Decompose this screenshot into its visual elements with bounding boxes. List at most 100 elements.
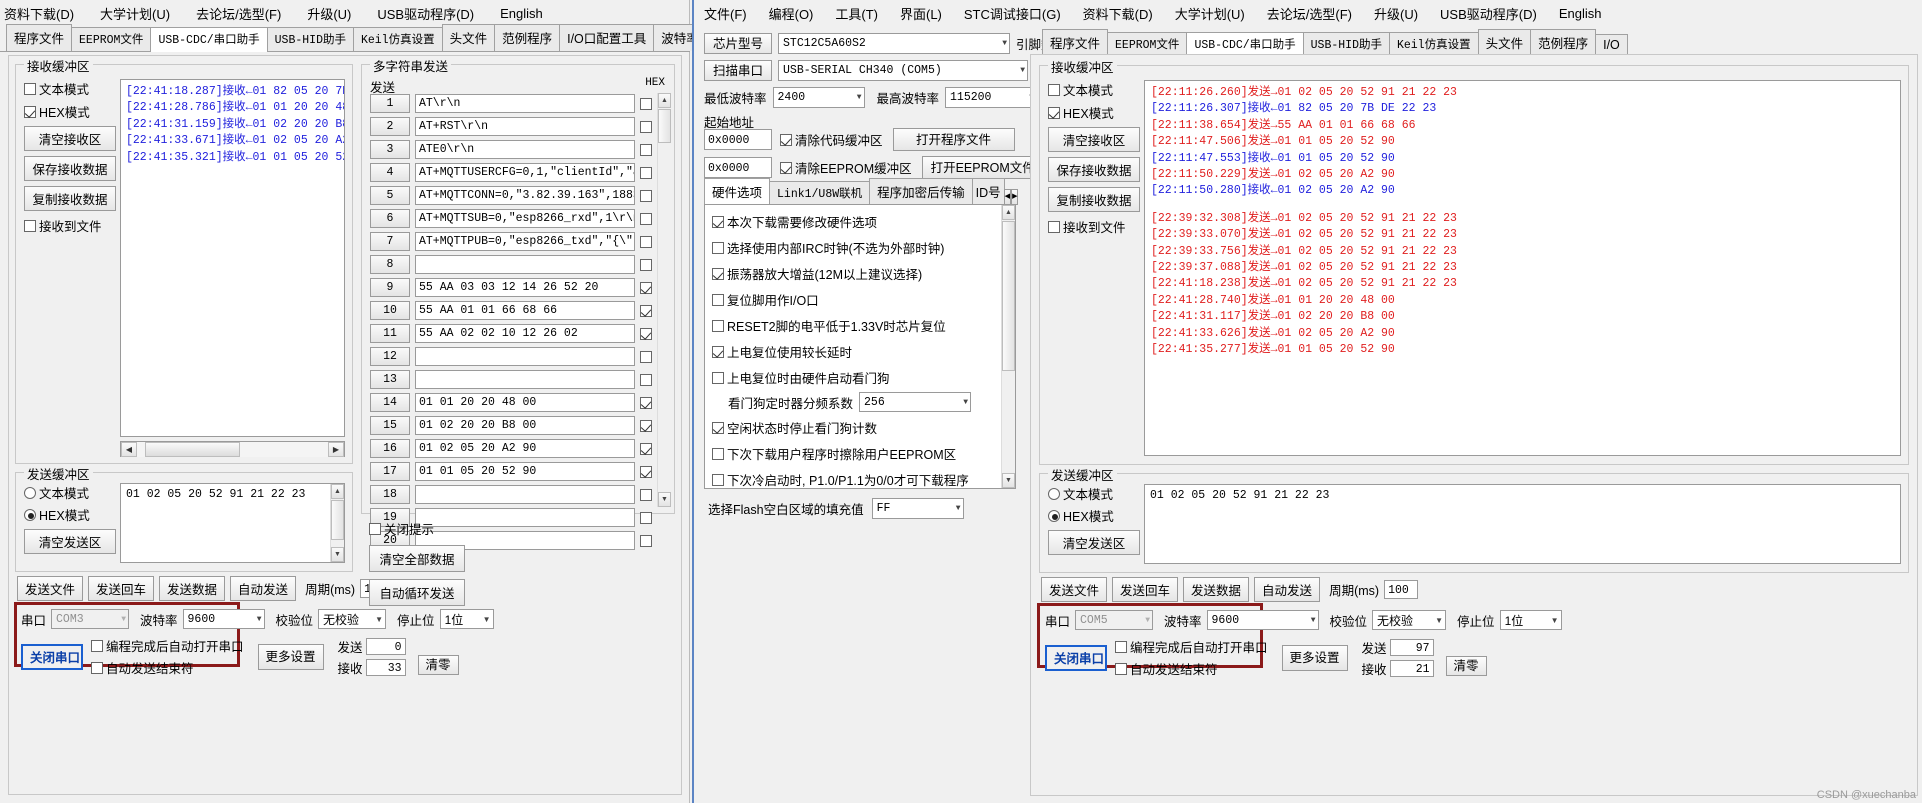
- auto-send-button[interactable]: 自动发送: [230, 576, 297, 601]
- tab-example-program[interactable]: 范例程序: [494, 24, 561, 51]
- menu-item-3[interactable]: 升级(U): [307, 4, 351, 23]
- parity-select[interactable]: 无校验 ▼: [1372, 610, 1447, 630]
- tab-program-file[interactable]: 程序文件: [1042, 29, 1109, 56]
- hw-option-row[interactable]: 下次下载用户程序时擦除用户EEPROM区: [712, 444, 1010, 463]
- recv-hscrollbar[interactable]: ◀ ▶: [120, 441, 345, 457]
- clear-recv-button[interactable]: 清空接收区: [1048, 127, 1140, 152]
- close-port-button[interactable]: 关闭串口: [21, 643, 83, 670]
- row-index[interactable]: 18: [370, 485, 410, 504]
- row-hex-checkbox[interactable]: [640, 511, 652, 524]
- row-input[interactable]: AT+RST\r\n: [415, 117, 635, 136]
- eeprom-address-input[interactable]: 0x0000: [704, 157, 772, 178]
- row-hex-checkbox[interactable]: [640, 442, 652, 455]
- hw-options-vscrollbar[interactable]: ▲ ▼: [1001, 205, 1015, 488]
- send-cr-button[interactable]: 发送回车: [88, 576, 155, 601]
- recv-to-file-checkbox[interactable]: 接收到文件: [1048, 217, 1140, 236]
- tab-header-file[interactable]: 头文件: [1477, 29, 1532, 56]
- menu-item-program[interactable]: 编程(O): [769, 4, 814, 23]
- min-baud-select[interactable]: 2400 ▼: [772, 87, 865, 108]
- row-index[interactable]: 15: [370, 416, 410, 435]
- row-input[interactable]: AT+MQTTCONN=0,"3.82.39.163",1883,0\r\n: [415, 186, 635, 205]
- auto-send-button[interactable]: 自动发送: [1254, 577, 1321, 602]
- row-input[interactable]: 01 02 20 20 B8 00: [415, 416, 635, 435]
- menu-item-1[interactable]: 大学计划(U): [100, 4, 170, 23]
- close-hint-checkbox[interactable]: 关闭提示: [369, 519, 465, 538]
- row-hex-checkbox[interactable]: [640, 419, 652, 432]
- menu-item-2[interactable]: 去论坛/选型(F): [196, 4, 281, 23]
- send-data-button[interactable]: 发送数据: [1183, 577, 1250, 602]
- row-hex-checkbox[interactable]: [640, 465, 652, 478]
- row-hex-checkbox[interactable]: [640, 212, 652, 225]
- send-file-button[interactable]: 发送文件: [17, 576, 84, 601]
- period-input[interactable]: 100: [1384, 580, 1419, 599]
- send-data-button[interactable]: 发送数据: [159, 576, 226, 601]
- hscroll-thumb[interactable]: [144, 441, 241, 457]
- row-index[interactable]: 11: [370, 324, 410, 343]
- send-hex-mode-radio[interactable]: HEX模式: [24, 505, 116, 524]
- max-baud-select[interactable]: 115200▼: [945, 87, 1038, 108]
- hw-option-row[interactable]: 选择使用内部IRC时钟(不选为外部时钟): [712, 238, 1010, 257]
- recv-text-mode-checkbox[interactable]: 文本模式: [1048, 80, 1140, 99]
- copy-recv-button[interactable]: 复制接收数据: [1048, 187, 1140, 212]
- menu-item-forum[interactable]: 去论坛/选型(F): [1267, 4, 1352, 23]
- row-index[interactable]: 9: [370, 278, 410, 297]
- port-select[interactable]: COM3 ▼: [51, 609, 130, 629]
- row-input[interactable]: AT\r\n: [415, 94, 635, 113]
- flash-fill-select[interactable]: FF ▼: [871, 498, 964, 519]
- row-input[interactable]: 01 01 20 20 48 00: [415, 393, 635, 412]
- clear-counters-button[interactable]: 清零: [1445, 656, 1487, 676]
- clear-eeprom-buffer-checkbox[interactable]: 清除EEPROM缓冲区: [780, 158, 912, 177]
- scroll-right-icon[interactable]: ▶: [328, 441, 344, 457]
- open-eeprom-file-button[interactable]: 打开EEPROM文件: [921, 156, 1044, 179]
- row-hex-checkbox[interactable]: [640, 396, 652, 409]
- recv-textarea[interactable]: [22:41:18.287]接收←01 82 05 20 7B DE [22:4…: [120, 79, 345, 437]
- row-hex-checkbox[interactable]: [640, 97, 652, 110]
- row-input[interactable]: 55 AA 02 02 10 12 26 02: [415, 324, 635, 343]
- row-input[interactable]: ATE0\r\n: [415, 140, 635, 159]
- tab-hardware-options[interactable]: 硬件选项: [704, 178, 771, 206]
- clear-code-buffer-checkbox[interactable]: 清除代码缓冲区: [780, 130, 883, 149]
- row-input[interactable]: AT+MQTTUSERCFG=0,1,"clientId","admin",: [415, 163, 635, 182]
- hw-option-row[interactable]: 复位脚用作I/O口: [712, 290, 1010, 309]
- row-input[interactable]: [415, 370, 635, 389]
- more-settings-button[interactable]: 更多设置: [257, 643, 324, 670]
- send-hex-mode-radio[interactable]: HEX模式: [1048, 506, 1140, 525]
- row-index[interactable]: 13: [370, 370, 410, 389]
- recv-hex-mode-checkbox[interactable]: HEX模式: [24, 102, 116, 121]
- recv-hex-mode-checkbox[interactable]: HEX模式: [1048, 103, 1140, 122]
- send-file-button[interactable]: 发送文件: [1041, 577, 1108, 602]
- tab-keil-sim[interactable]: Keil仿真设置: [1388, 32, 1479, 56]
- auto-open-port-checkbox[interactable]: 编程完成后自动打开串口: [91, 636, 244, 655]
- more-settings-button[interactable]: 更多设置: [1281, 644, 1348, 671]
- row-hex-checkbox[interactable]: [640, 304, 652, 317]
- row-input[interactable]: AT+MQTTPUB=0,"esp8266_txd","{\"LAMP\":: [415, 232, 635, 251]
- hscroll-track[interactable]: [137, 441, 328, 457]
- row-input[interactable]: [415, 485, 635, 504]
- auto-send-terminator-checkbox[interactable]: 自动发送结束符: [91, 658, 244, 677]
- menu-item-4[interactable]: USB驱动程序(D): [377, 4, 474, 23]
- row-index[interactable]: 17: [370, 462, 410, 481]
- tab-eeprom-file[interactable]: EEPROM文件: [71, 27, 152, 51]
- tab-usb-cdc-serial[interactable]: USB-CDC/串口助手: [150, 27, 268, 52]
- save-recv-button[interactable]: 保存接收数据: [1048, 157, 1140, 182]
- auto-open-port-checkbox[interactable]: 编程完成后自动打开串口: [1115, 637, 1268, 656]
- row-hex-checkbox[interactable]: [640, 166, 652, 179]
- row-index[interactable]: 8: [370, 255, 410, 274]
- wdt-prescaler-select[interactable]: 256 ▼: [859, 392, 972, 412]
- scroll-down-icon[interactable]: ▼: [1002, 473, 1015, 488]
- hw-option-row[interactable]: RESET2脚的电平低于1.33V时芯片复位: [712, 316, 1010, 335]
- chip-model-button[interactable]: 芯片型号: [704, 33, 773, 54]
- row-hex-checkbox[interactable]: [640, 488, 652, 501]
- row-index[interactable]: 5: [370, 186, 410, 205]
- row-input[interactable]: 55 AA 01 01 66 68 66: [415, 301, 635, 320]
- scroll-left-icon[interactable]: ◀: [121, 441, 137, 457]
- hw-option-row[interactable]: 空闲状态时停止看门狗计数: [712, 418, 1010, 437]
- hw-option-row[interactable]: 下次冷启动时, P1.0/P1.1为0/0才可下载程序: [712, 470, 1010, 488]
- row-hex-checkbox[interactable]: [640, 350, 652, 363]
- tab-usb-hid[interactable]: USB-HID助手: [1302, 32, 1390, 56]
- baud-select[interactable]: 9600 ▼: [182, 609, 265, 629]
- stop-select[interactable]: 1位 ▼: [1499, 610, 1562, 630]
- menu-item-stc-debug[interactable]: STC调试接口(G): [964, 4, 1061, 23]
- inner-tab-scroll-left[interactable]: ◀: [1003, 189, 1012, 205]
- recv-to-file-checkbox[interactable]: 接收到文件: [24, 216, 116, 235]
